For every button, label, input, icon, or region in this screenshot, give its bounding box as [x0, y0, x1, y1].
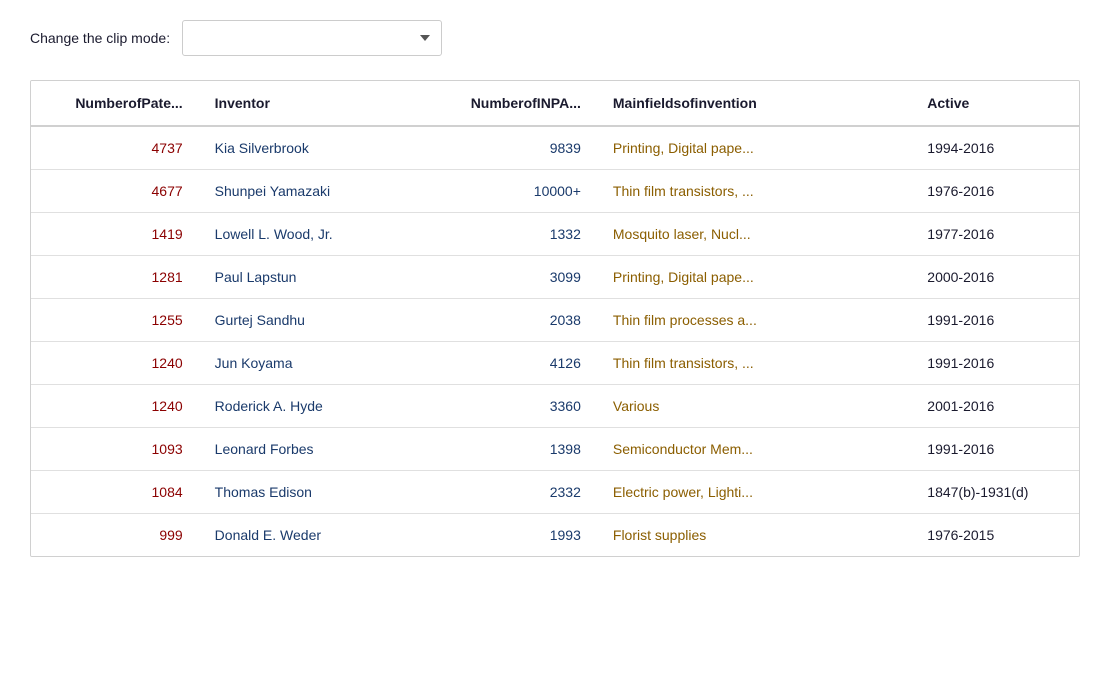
- table-body: 4737Kia Silverbrook9839Printing, Digital…: [31, 126, 1079, 556]
- cell-active: 2000-2016: [911, 256, 1079, 299]
- cell-inventor: Jun Koyama: [199, 342, 409, 385]
- cell-num-inpa: 2038: [408, 299, 597, 342]
- col-header-inventor: Inventor: [199, 81, 409, 126]
- col-header-num-patents: NumberofPate...: [31, 81, 199, 126]
- cell-num-patents: 4737: [31, 126, 199, 170]
- table-header-row: NumberofPate... Inventor NumberofINPA...…: [31, 81, 1079, 126]
- cell-fields: Printing, Digital pape...: [597, 256, 911, 299]
- col-header-fields: Mainfieldsofinvention: [597, 81, 911, 126]
- cell-inventor: Leonard Forbes: [199, 428, 409, 471]
- cell-num-patents: 1240: [31, 385, 199, 428]
- cell-fields: Florist supplies: [597, 514, 911, 557]
- cell-num-inpa: 3360: [408, 385, 597, 428]
- clip-mode-label: Change the clip mode:: [30, 30, 170, 46]
- data-table-container: NumberofPate... Inventor NumberofINPA...…: [30, 80, 1080, 557]
- table-row: 1084Thomas Edison2332Electric power, Lig…: [31, 471, 1079, 514]
- cell-active: 1994-2016: [911, 126, 1079, 170]
- cell-num-inpa: 10000+: [408, 170, 597, 213]
- cell-num-patents: 1084: [31, 471, 199, 514]
- table-row: 1093Leonard Forbes1398Semiconductor Mem.…: [31, 428, 1079, 471]
- table-row: 4737Kia Silverbrook9839Printing, Digital…: [31, 126, 1079, 170]
- cell-inventor: Paul Lapstun: [199, 256, 409, 299]
- cell-num-patents: 4677: [31, 170, 199, 213]
- col-header-active: Active: [911, 81, 1079, 126]
- cell-num-inpa: 2332: [408, 471, 597, 514]
- cell-num-patents: 1281: [31, 256, 199, 299]
- cell-fields: Mosquito laser, Nucl...: [597, 213, 911, 256]
- cell-active: 1976-2016: [911, 170, 1079, 213]
- table-row: 1281Paul Lapstun3099Printing, Digital pa…: [31, 256, 1079, 299]
- cell-active: 1991-2016: [911, 299, 1079, 342]
- cell-inventor: Roderick A. Hyde: [199, 385, 409, 428]
- table-row: 999Donald E. Weder1993Florist supplies19…: [31, 514, 1079, 557]
- cell-fields: Semiconductor Mem...: [597, 428, 911, 471]
- cell-active: 2001-2016: [911, 385, 1079, 428]
- cell-num-inpa: 1993: [408, 514, 597, 557]
- cell-num-patents: 1093: [31, 428, 199, 471]
- cell-num-patents: 999: [31, 514, 199, 557]
- cell-num-inpa: 3099: [408, 256, 597, 299]
- cell-fields: Various: [597, 385, 911, 428]
- cell-num-inpa: 1332: [408, 213, 597, 256]
- cell-active: 1991-2016: [911, 428, 1079, 471]
- cell-inventor: Donald E. Weder: [199, 514, 409, 557]
- cell-fields: Thin film transistors, ...: [597, 170, 911, 213]
- cell-fields: Printing, Digital pape...: [597, 126, 911, 170]
- table-row: 1240Jun Koyama4126Thin film transistors,…: [31, 342, 1079, 385]
- cell-inventor: Shunpei Yamazaki: [199, 170, 409, 213]
- cell-inventor: Gurtej Sandhu: [199, 299, 409, 342]
- cell-fields: Electric power, Lighti...: [597, 471, 911, 514]
- cell-active: 1847(b)-1931(d): [911, 471, 1079, 514]
- cell-fields: Thin film processes a...: [597, 299, 911, 342]
- cell-inventor: Kia Silverbrook: [199, 126, 409, 170]
- table-row: 1240Roderick A. Hyde3360Various2001-2016: [31, 385, 1079, 428]
- cell-num-inpa: 1398: [408, 428, 597, 471]
- cell-num-inpa: 4126: [408, 342, 597, 385]
- clip-mode-select[interactable]: [182, 20, 442, 56]
- cell-fields: Thin film transistors, ...: [597, 342, 911, 385]
- cell-inventor: Thomas Edison: [199, 471, 409, 514]
- cell-num-patents: 1419: [31, 213, 199, 256]
- table-row: 1255Gurtej Sandhu2038Thin film processes…: [31, 299, 1079, 342]
- inventors-table: NumberofPate... Inventor NumberofINPA...…: [31, 81, 1079, 556]
- cell-num-inpa: 9839: [408, 126, 597, 170]
- cell-active: 1977-2016: [911, 213, 1079, 256]
- cell-active: 1976-2015: [911, 514, 1079, 557]
- table-row: 1419Lowell L. Wood, Jr.1332Mosquito lase…: [31, 213, 1079, 256]
- cell-num-patents: 1255: [31, 299, 199, 342]
- table-row: 4677Shunpei Yamazaki10000+Thin film tran…: [31, 170, 1079, 213]
- cell-active: 1991-2016: [911, 342, 1079, 385]
- col-header-num-inpa: NumberofINPA...: [408, 81, 597, 126]
- cell-num-patents: 1240: [31, 342, 199, 385]
- clip-mode-select-wrapper: [182, 20, 442, 56]
- cell-inventor: Lowell L. Wood, Jr.: [199, 213, 409, 256]
